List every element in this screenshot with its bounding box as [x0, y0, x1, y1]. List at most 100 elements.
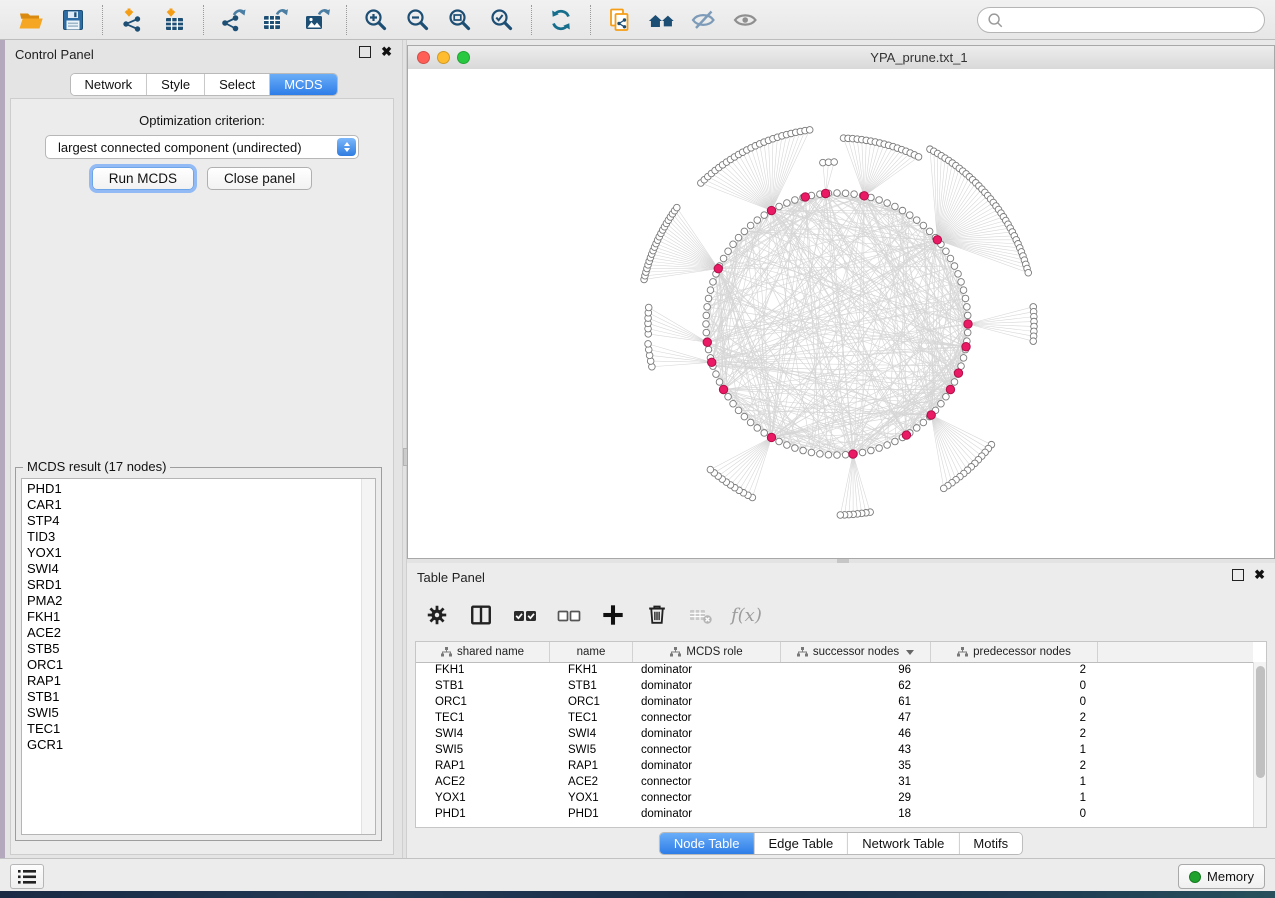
- close-panel-button[interactable]: Close panel: [207, 167, 312, 190]
- graph-node[interactable]: [964, 304, 971, 311]
- graph-node[interactable]: [958, 279, 965, 286]
- list-item[interactable]: SRD1: [27, 577, 361, 593]
- graph-node[interactable]: [730, 241, 737, 248]
- graph-node[interactable]: [831, 159, 838, 166]
- column-header-predecessor-nodes[interactable]: predecessor nodes: [931, 642, 1098, 662]
- graph-node[interactable]: [951, 379, 958, 386]
- float-panel-icon[interactable]: [359, 46, 371, 58]
- graph-node[interactable]: [747, 222, 754, 229]
- list-item[interactable]: TID3: [27, 529, 361, 545]
- graph-node[interactable]: [645, 304, 652, 311]
- graph-node[interactable]: [960, 287, 967, 294]
- list-item[interactable]: TEC1: [27, 721, 361, 737]
- graph-node[interactable]: [1030, 338, 1037, 345]
- refresh-icon[interactable]: [546, 5, 576, 35]
- graph-hub-node[interactable]: [954, 369, 962, 377]
- graph-node[interactable]: [704, 304, 711, 311]
- graph-node[interactable]: [899, 207, 906, 214]
- table-row[interactable]: RAP1RAP1dominator352: [416, 758, 1253, 774]
- select-all-checkboxes-icon[interactable]: [511, 602, 538, 629]
- column-header-name[interactable]: name: [550, 642, 633, 662]
- add-column-icon[interactable]: [599, 602, 626, 629]
- graph-node[interactable]: [964, 312, 971, 319]
- maximize-window-icon[interactable]: [457, 51, 470, 64]
- tab-node-table[interactable]: Node Table: [660, 833, 755, 854]
- criterion-select[interactable]: largest connected component (undirected): [45, 135, 359, 159]
- show-all-icon[interactable]: [731, 5, 761, 35]
- task-history-button[interactable]: [10, 864, 44, 889]
- graph-node[interactable]: [876, 445, 883, 452]
- graph-node[interactable]: [705, 295, 712, 302]
- graph-node[interactable]: [884, 442, 891, 449]
- graph-node[interactable]: [800, 447, 807, 454]
- graph-hub-node[interactable]: [801, 193, 809, 201]
- minimize-window-icon[interactable]: [437, 51, 450, 64]
- graph-node[interactable]: [730, 400, 737, 407]
- duplicate-network-icon[interactable]: [605, 5, 635, 35]
- graph-node[interactable]: [703, 329, 710, 336]
- graph-node[interactable]: [725, 393, 732, 400]
- zoom-fit-icon[interactable]: [445, 5, 475, 35]
- graph-node[interactable]: [716, 379, 723, 386]
- tab-select[interactable]: Select: [205, 74, 270, 95]
- graph-hub-node[interactable]: [927, 411, 935, 419]
- graph-node[interactable]: [892, 438, 899, 445]
- hide-selected-icon[interactable]: [689, 5, 719, 35]
- zoom-out-icon[interactable]: [403, 5, 433, 35]
- graph-node[interactable]: [938, 400, 945, 407]
- list-item[interactable]: FKH1: [27, 609, 361, 625]
- graph-node[interactable]: [920, 419, 927, 426]
- graph-node[interactable]: [754, 217, 761, 224]
- graph-node[interactable]: [837, 512, 844, 519]
- deselect-all-checkboxes-icon[interactable]: [555, 602, 582, 629]
- graph-node[interactable]: [962, 295, 969, 302]
- graph-node[interactable]: [784, 200, 791, 207]
- column-header-MCDS-role[interactable]: MCDS role: [633, 642, 781, 662]
- graph-node[interactable]: [784, 442, 791, 449]
- graph-hub-node[interactable]: [821, 189, 829, 197]
- graph-hub-node[interactable]: [860, 192, 868, 200]
- close-panel-icon[interactable]: ✖: [381, 47, 392, 57]
- graph-node[interactable]: [776, 438, 783, 445]
- graph-hub-node[interactable]: [962, 343, 970, 351]
- graph-node[interactable]: [964, 329, 971, 336]
- list-item[interactable]: STB5: [27, 641, 361, 657]
- graph-node[interactable]: [761, 212, 768, 219]
- tab-network-table[interactable]: Network Table: [848, 833, 959, 854]
- zoom-selected-icon[interactable]: [487, 5, 517, 35]
- graph-node[interactable]: [884, 200, 891, 207]
- table-row[interactable]: SWI4SWI4dominator462: [416, 726, 1253, 742]
- graph-node[interactable]: [842, 190, 849, 197]
- graph-node[interactable]: [707, 287, 714, 294]
- graph-hub-node[interactable]: [964, 320, 972, 328]
- column-header-successor-nodes[interactable]: successor nodes: [781, 642, 931, 662]
- table-row[interactable]: ACE2ACE2connector311: [416, 774, 1253, 790]
- graph-node[interactable]: [915, 154, 922, 161]
- graph-node[interactable]: [725, 248, 732, 255]
- list-item[interactable]: PMA2: [27, 593, 361, 609]
- graph-hub-node[interactable]: [703, 338, 711, 346]
- graph-node[interactable]: [960, 355, 967, 362]
- graph-node[interactable]: [747, 419, 754, 426]
- table-scrollbar[interactable]: [1253, 662, 1266, 827]
- import-table-icon[interactable]: [159, 5, 189, 35]
- table-row[interactable]: STB1STB1dominator620: [416, 678, 1253, 694]
- tab-edge-table[interactable]: Edge Table: [754, 833, 848, 854]
- table-row[interactable]: YOX1YOX1connector291: [416, 790, 1253, 806]
- graph-hub-node[interactable]: [719, 385, 727, 393]
- list-item[interactable]: STP4: [27, 513, 361, 529]
- list-item[interactable]: ORC1: [27, 657, 361, 673]
- graph-node[interactable]: [792, 197, 799, 204]
- graph-node[interactable]: [713, 371, 720, 378]
- graph-node[interactable]: [645, 341, 652, 348]
- graph-node[interactable]: [876, 197, 883, 204]
- graph-node[interactable]: [834, 190, 841, 197]
- graph-node[interactable]: [754, 425, 761, 432]
- scrollbar-thumb[interactable]: [1256, 666, 1265, 778]
- graph-node[interactable]: [741, 228, 748, 235]
- graph-node[interactable]: [951, 263, 958, 270]
- memory-button[interactable]: Memory: [1178, 864, 1265, 889]
- close-window-icon[interactable]: [417, 51, 430, 64]
- list-item[interactable]: STB1: [27, 689, 361, 705]
- network-canvas[interactable]: [408, 69, 1274, 558]
